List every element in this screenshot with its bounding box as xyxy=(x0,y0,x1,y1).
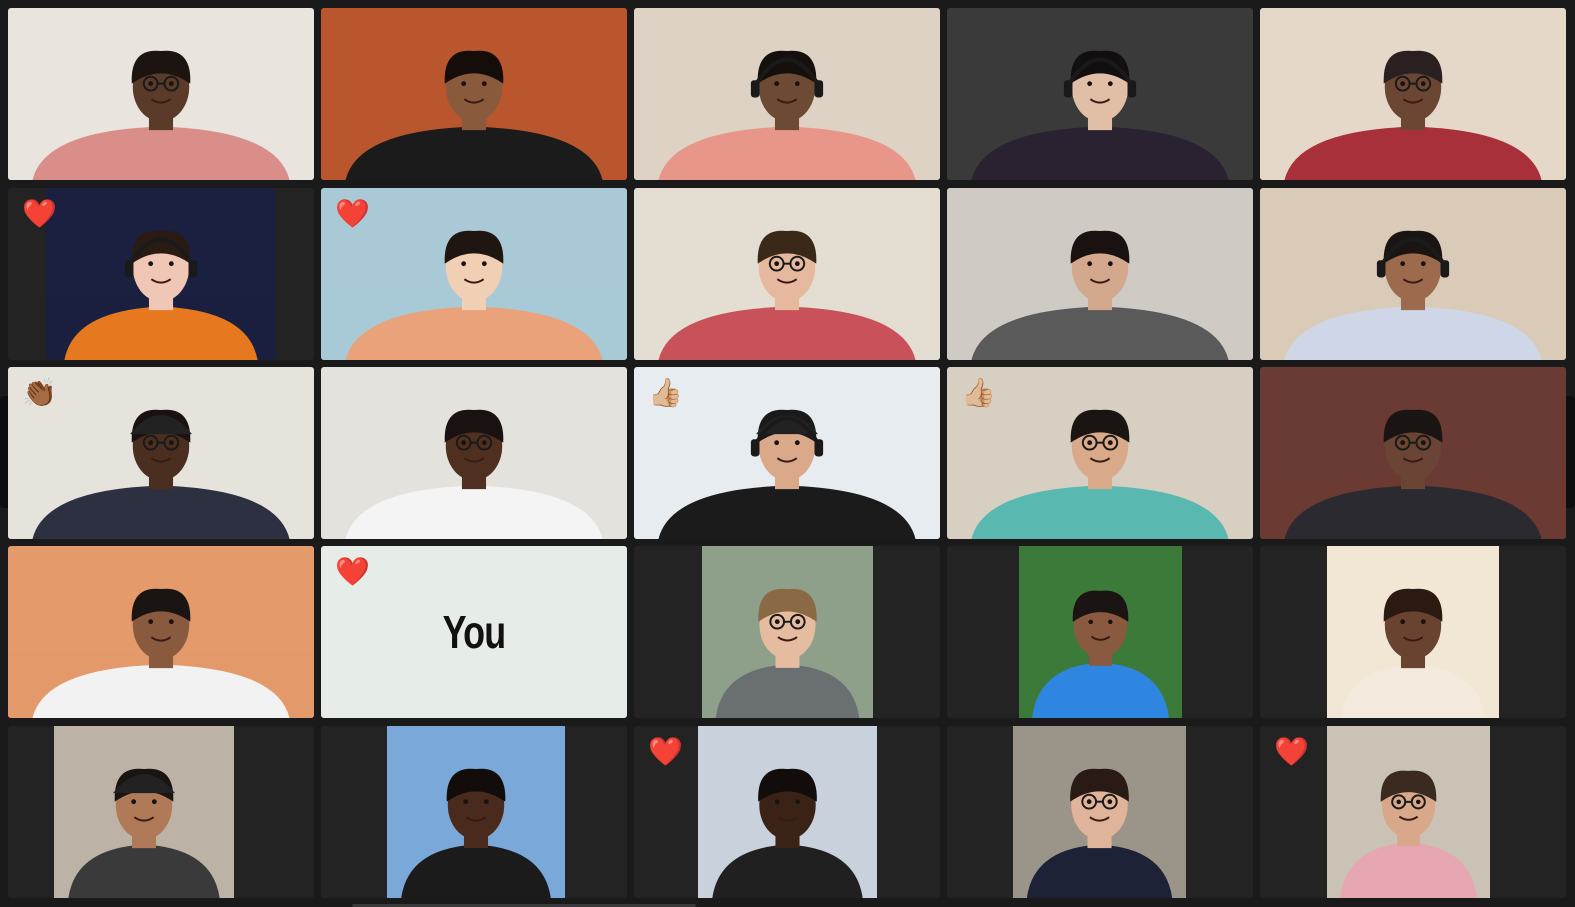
participant-video xyxy=(698,726,877,898)
participant-video xyxy=(947,8,1253,180)
participant-tile[interactable] xyxy=(8,546,314,718)
heart-reaction-icon: ❤️ xyxy=(648,735,683,768)
participant-tile[interactable] xyxy=(1260,546,1566,718)
participant-tile[interactable] xyxy=(947,546,1253,718)
heart-reaction-icon: ❤️ xyxy=(22,197,57,230)
participant-video-frame xyxy=(46,188,276,360)
self-video-tile[interactable]: You ❤️ xyxy=(321,546,627,718)
heart-reaction-icon: ❤️ xyxy=(335,197,370,230)
participant-tile[interactable] xyxy=(1260,367,1566,539)
participant-video xyxy=(1327,726,1490,898)
participant-tile[interactable]: ❤️ xyxy=(8,188,314,360)
participant-video-frame xyxy=(8,546,314,718)
participant-video xyxy=(947,188,1253,360)
participant-video xyxy=(8,546,314,718)
participant-video xyxy=(321,8,627,180)
participant-video-frame xyxy=(634,8,940,180)
participant-tile[interactable] xyxy=(1260,188,1566,360)
participant-tile[interactable] xyxy=(321,726,627,898)
participant-tile[interactable] xyxy=(1260,8,1566,180)
heart-reaction-icon: ❤️ xyxy=(335,555,370,588)
participant-tile[interactable] xyxy=(321,367,627,539)
clap-reaction-icon: 👏🏾 xyxy=(22,376,57,409)
participant-tile[interactable]: 👏🏾 xyxy=(8,367,314,539)
participant-video-frame xyxy=(1260,8,1566,180)
participant-video-frame xyxy=(1260,367,1566,539)
participant-tile[interactable]: 👍🏼 xyxy=(947,367,1253,539)
participant-video xyxy=(387,726,565,898)
participant-video-frame xyxy=(1327,546,1499,718)
participant-tile[interactable]: 👍🏼 xyxy=(634,367,940,539)
participant-video xyxy=(321,367,627,539)
participant-tile[interactable] xyxy=(634,546,940,718)
self-label: You xyxy=(442,606,507,658)
participant-tile[interactable]: ❤️ xyxy=(1260,726,1566,898)
participant-video-frame xyxy=(321,367,627,539)
participant-video-frame xyxy=(1327,726,1490,898)
participant-video-frame xyxy=(1019,546,1182,718)
participant-video xyxy=(1260,8,1566,180)
participant-video-frame xyxy=(387,726,565,898)
participant-tile[interactable]: ❤️ xyxy=(634,726,940,898)
participant-tile[interactable]: ❤️ xyxy=(321,188,627,360)
participant-video xyxy=(54,726,234,898)
participant-video-frame xyxy=(947,188,1253,360)
participant-video-frame xyxy=(8,8,314,180)
participant-video-frame xyxy=(321,8,627,180)
participant-video xyxy=(702,546,873,718)
participant-tile[interactable] xyxy=(8,8,314,180)
participant-video-frame xyxy=(634,188,940,360)
participant-video-frame xyxy=(54,726,234,898)
participant-video xyxy=(1260,188,1566,360)
participant-video xyxy=(8,8,314,180)
participant-video-frame xyxy=(702,546,873,718)
participant-tile[interactable] xyxy=(8,726,314,898)
thumbs-up-reaction-icon: 👍🏼 xyxy=(648,376,683,409)
participant-video xyxy=(46,188,276,360)
heart-reaction-icon: ❤️ xyxy=(1274,735,1309,768)
participant-video-frame xyxy=(698,726,877,898)
participant-video xyxy=(634,8,940,180)
participant-tile[interactable] xyxy=(321,8,627,180)
participant-tile[interactable] xyxy=(634,8,940,180)
participant-video xyxy=(634,188,940,360)
participant-tile[interactable] xyxy=(947,726,1253,898)
participant-video-frame xyxy=(1260,188,1566,360)
participant-video xyxy=(1019,546,1182,718)
participant-video-frame xyxy=(947,8,1253,180)
participant-video xyxy=(1013,726,1186,898)
gallery-view: ❤️ ❤️ 👏🏾 👍🏼 👍🏼 You ❤️ ❤️ ❤️ xyxy=(0,0,1575,907)
participant-video-frame xyxy=(1013,726,1186,898)
participant-video xyxy=(1260,367,1566,539)
participant-tile[interactable] xyxy=(634,188,940,360)
thumbs-up-reaction-icon: 👍🏼 xyxy=(961,376,996,409)
participant-tile[interactable] xyxy=(947,8,1253,180)
participant-video xyxy=(1327,546,1499,718)
participant-tile[interactable] xyxy=(947,188,1253,360)
